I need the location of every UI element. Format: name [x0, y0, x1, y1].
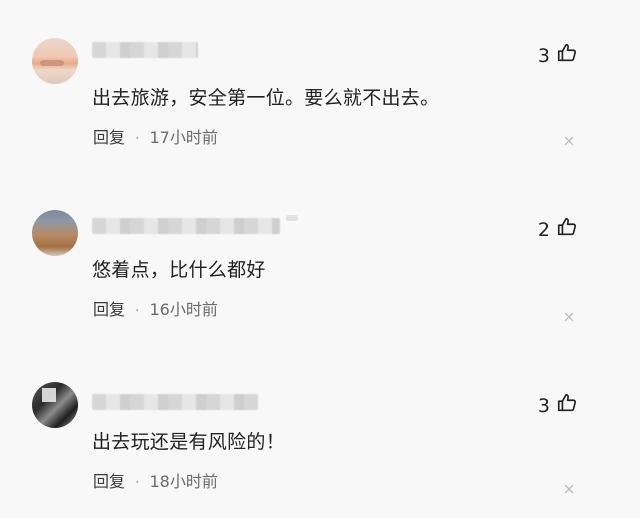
comment-meta: 回复 · 16小时前 — [93, 300, 218, 321]
timestamp: 17小时前 — [149, 128, 218, 147]
close-icon[interactable] — [564, 484, 574, 494]
comment-item: 3 出去旅游，安全第一位。要么就不出去。 回复 · 17小时前 — [0, 0, 640, 172]
separator-dot: · — [135, 475, 140, 491]
reply-button[interactable]: 回复 — [93, 128, 125, 147]
thumbs-up-icon — [556, 216, 578, 243]
username-blurred-extra — [286, 215, 298, 221]
comment-text: 出去玩还是有风险的！ — [92, 431, 286, 453]
avatar[interactable] — [32, 38, 78, 84]
thumbs-up-icon — [556, 42, 578, 69]
username-blurred[interactable] — [92, 42, 198, 58]
avatar[interactable] — [32, 210, 78, 256]
close-icon[interactable] — [564, 136, 574, 146]
comment-text: 悠着点，比什么都好 — [92, 259, 266, 281]
like-button[interactable]: 3 — [538, 42, 578, 69]
comment-meta: 回复 · 18小时前 — [93, 472, 218, 493]
close-icon[interactable] — [564, 312, 574, 322]
reply-button[interactable]: 回复 — [93, 300, 125, 319]
timestamp: 16小时前 — [149, 300, 218, 319]
like-count: 2 — [537, 218, 550, 241]
like-count: 3 — [537, 44, 550, 67]
username-blurred[interactable] — [92, 218, 280, 234]
separator-dot: · — [135, 131, 140, 147]
comment-meta: 回复 · 17小时前 — [93, 128, 218, 149]
like-button[interactable]: 3 — [538, 392, 578, 419]
like-button[interactable]: 2 — [538, 216, 578, 243]
username-blurred[interactable] — [92, 394, 258, 410]
like-count: 3 — [537, 394, 550, 417]
comment-item: 2 悠着点，比什么都好 回复 · 16小时前 — [0, 172, 640, 344]
comment-text: 出去旅游，安全第一位。要么就不出去。 — [92, 87, 440, 109]
timestamp: 18小时前 — [149, 472, 218, 491]
thumbs-up-icon — [556, 392, 578, 419]
comment-item: 3 出去玩还是有风险的！ 回复 · 18小时前 — [0, 344, 640, 516]
separator-dot: · — [135, 303, 140, 319]
avatar[interactable] — [32, 382, 78, 428]
reply-button[interactable]: 回复 — [93, 472, 125, 491]
